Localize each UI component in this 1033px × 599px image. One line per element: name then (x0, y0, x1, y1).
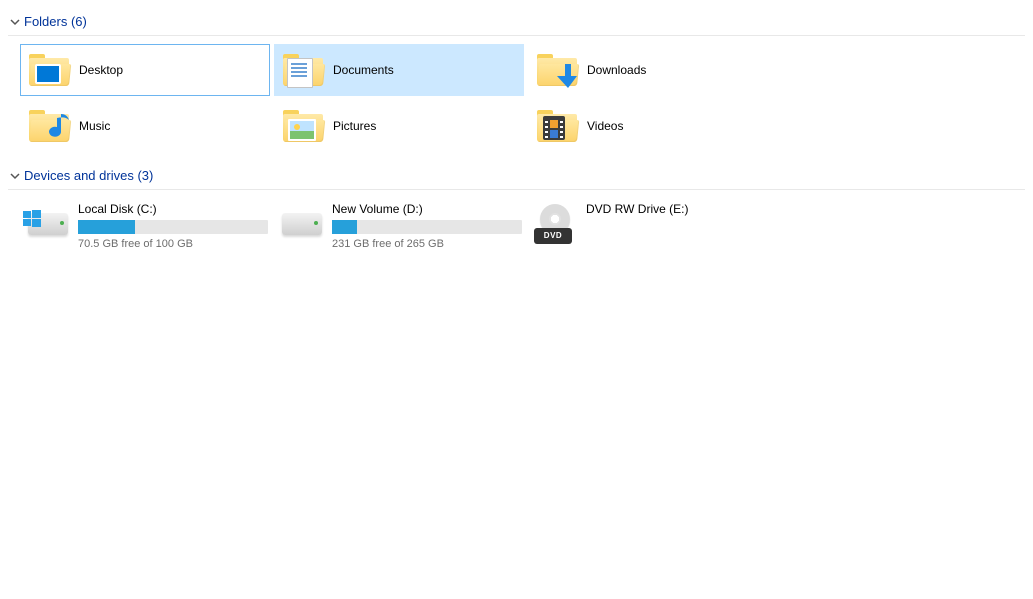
folder-label: Videos (587, 119, 623, 133)
dvd-drive-icon: DVD (534, 202, 578, 246)
chevron-down-icon (8, 15, 22, 29)
capacity-fill (78, 220, 135, 234)
folder-label: Music (79, 119, 110, 133)
os-disk-icon (26, 202, 70, 246)
group-header-folders[interactable]: Folders (6) (8, 10, 1025, 36)
drive-name: DVD RW Drive (E:) (586, 202, 772, 216)
documents-folder-icon (281, 48, 325, 92)
music-folder-icon (27, 104, 71, 148)
drive-new-volume-d[interactable]: New Volume (D:) 231 GB free of 265 GB (274, 198, 524, 254)
desktop-folder-icon (27, 48, 71, 92)
group-title-folders: Folders (6) (24, 14, 87, 29)
dvd-case-label: DVD (534, 228, 572, 244)
folder-label: Downloads (587, 63, 646, 77)
drive-local-disk-c[interactable]: Local Disk (C:) 70.5 GB free of 100 GB (20, 198, 270, 254)
folder-music[interactable]: Music (20, 100, 270, 152)
folder-videos[interactable]: Videos (528, 100, 778, 152)
drive-dvd-rw-e[interactable]: DVD DVD RW Drive (E:) (528, 198, 778, 254)
videos-folder-icon (535, 104, 579, 148)
folder-label: Pictures (333, 119, 376, 133)
downloads-folder-icon (535, 48, 579, 92)
folder-desktop[interactable]: Desktop (20, 44, 270, 96)
drives-grid: Local Disk (C:) 70.5 GB free of 100 GB N… (18, 196, 1025, 256)
drive-name: New Volume (D:) (332, 202, 522, 216)
folders-grid: Desktop Documents Downloads (18, 42, 1025, 154)
capacity-bar (78, 220, 268, 234)
folder-pictures[interactable]: Pictures (274, 100, 524, 152)
pictures-folder-icon (281, 104, 325, 148)
folder-label: Documents (333, 63, 394, 77)
drive-status: 70.5 GB free of 100 GB (78, 238, 268, 250)
group-header-drives[interactable]: Devices and drives (3) (8, 164, 1025, 190)
folder-documents[interactable]: Documents (274, 44, 524, 96)
folder-downloads[interactable]: Downloads (528, 44, 778, 96)
capacity-bar (332, 220, 522, 234)
hdd-icon (280, 202, 324, 246)
chevron-down-icon (8, 169, 22, 183)
group-title-drives: Devices and drives (3) (24, 168, 153, 183)
drive-name: Local Disk (C:) (78, 202, 268, 216)
capacity-fill (332, 220, 357, 234)
folder-label: Desktop (79, 63, 123, 77)
drive-status: 231 GB free of 265 GB (332, 238, 522, 250)
